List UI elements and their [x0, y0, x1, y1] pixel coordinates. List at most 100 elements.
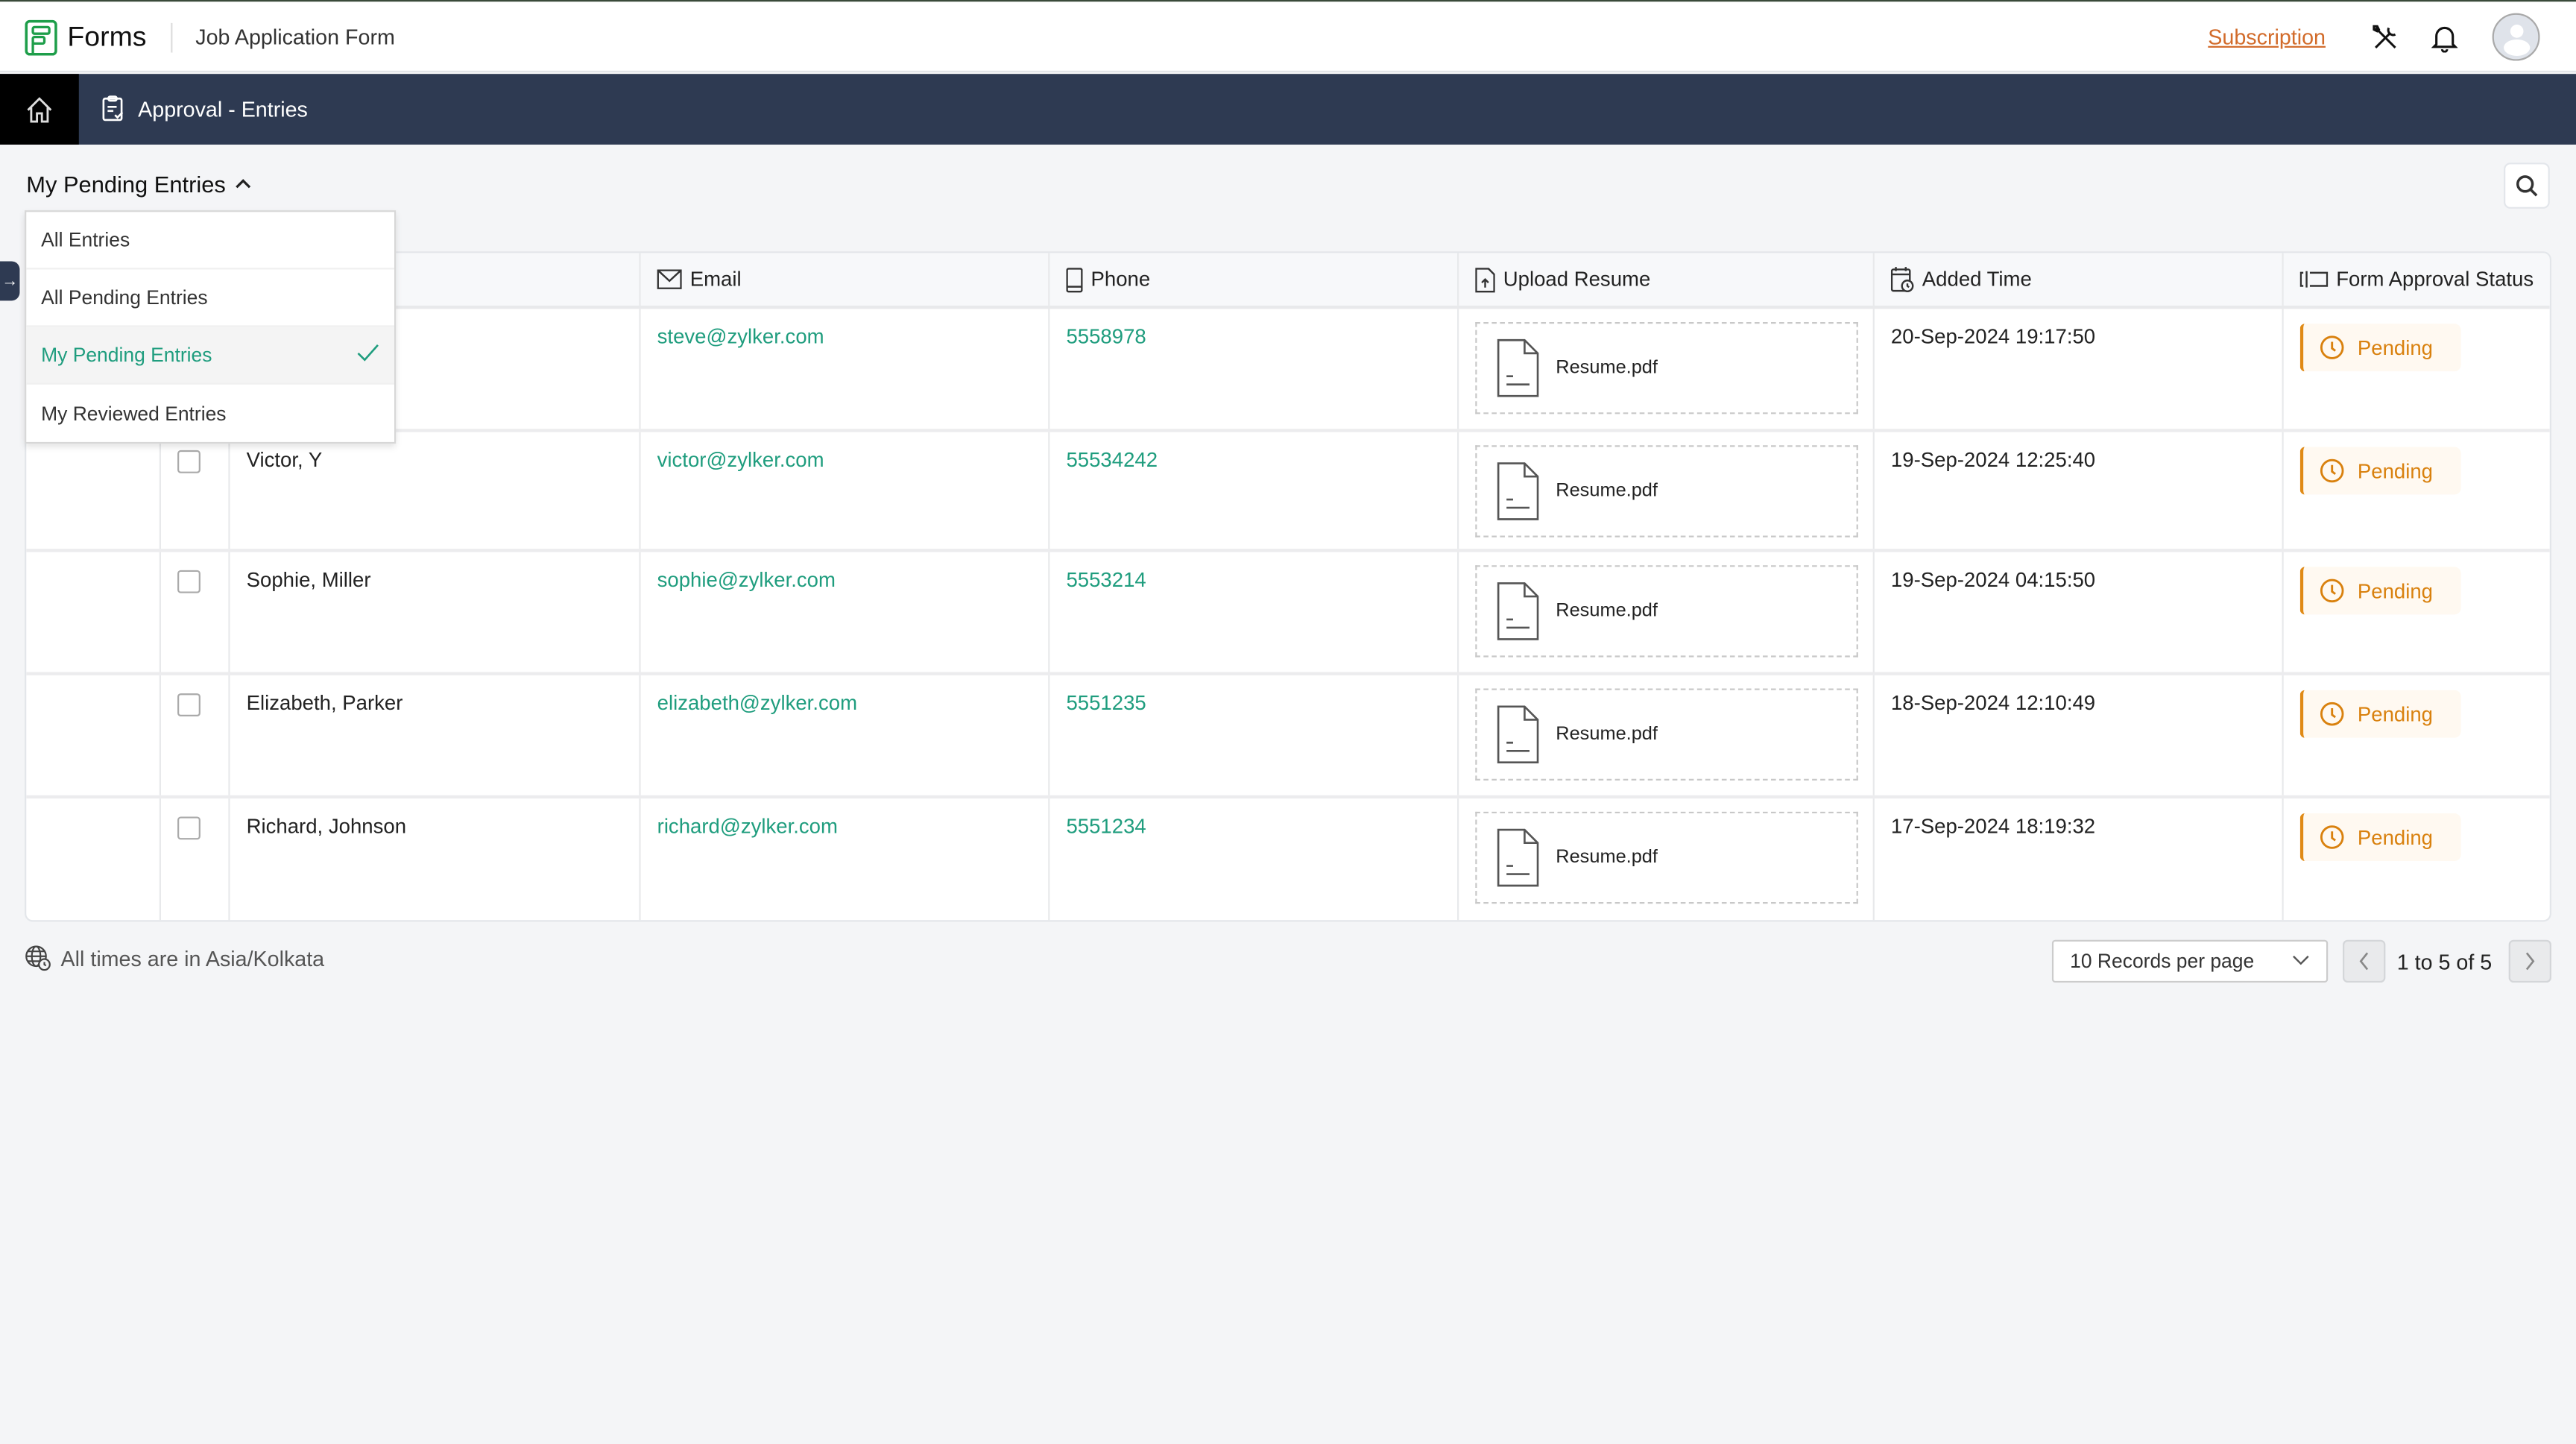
email-link[interactable]: elizabeth@zylker.com — [657, 692, 857, 715]
clipboard-check-icon — [102, 95, 124, 122]
checkbox-cell — [159, 798, 229, 921]
forms-logo-icon — [25, 19, 57, 56]
file-icon — [1497, 462, 1539, 520]
home-icon — [27, 96, 52, 122]
status-badge: Pending — [2299, 813, 2461, 861]
search-icon — [2516, 175, 2538, 197]
file-icon — [1497, 582, 1539, 640]
page: Forms Job Application Form Subscription … — [0, 0, 2576, 1444]
home-button[interactable] — [0, 74, 79, 145]
sidebar-toggle[interactable]: → — [0, 261, 20, 301]
file-icon — [1497, 828, 1539, 887]
chevron-left-icon — [2359, 952, 2369, 971]
checkbox-cell — [159, 675, 229, 795]
resume-file[interactable]: Resume.pdf — [1475, 688, 1858, 781]
user-avatar[interactable] — [2492, 13, 2540, 61]
file-icon — [1497, 338, 1539, 397]
name-cell: Victor, Y — [228, 432, 639, 549]
resume-file[interactable]: Resume.pdf — [1475, 811, 1858, 904]
nav-bar: Approval - Entries — [0, 74, 2576, 145]
breadcrumb: Approval - Entries — [102, 95, 308, 122]
search-button[interactable] — [2504, 163, 2550, 209]
records-per-page-select[interactable]: 10 Records per page — [2051, 939, 2329, 983]
menu-item-all-entries[interactable]: All Entries — [26, 212, 394, 270]
added-time: 18-Sep-2024 12:10:49 — [1872, 675, 2282, 795]
row-checkbox[interactable] — [177, 693, 201, 716]
chevron-right-icon — [2525, 952, 2535, 971]
previous-page-button[interactable] — [2343, 939, 2386, 983]
next-page-button[interactable] — [2508, 939, 2551, 983]
phone-link[interactable]: 5558978 — [1066, 325, 1146, 348]
calendar-clock-icon — [1890, 267, 1914, 292]
clock-icon — [2320, 578, 2344, 603]
brand-name: Forms — [67, 21, 147, 53]
view-dropdown-menu: All Entries All Pending Entries My Pendi… — [25, 210, 397, 444]
checkbox-cell — [159, 432, 229, 549]
checkbox-cell — [159, 552, 229, 672]
check-icon — [357, 344, 379, 362]
notification-bell-icon[interactable] — [2431, 23, 2458, 53]
menu-item-all-pending-entries[interactable]: All Pending Entries — [26, 269, 394, 327]
column-header-approval-status[interactable]: Form Approval Status — [2282, 253, 2549, 306]
clock-icon — [2320, 335, 2344, 359]
added-time: 19-Sep-2024 04:15:50 — [1872, 552, 2282, 672]
row-checkbox[interactable] — [177, 816, 201, 840]
table-row[interactable]: Richard, Johnson richard@zylker.com 5551… — [26, 798, 2549, 921]
status-badge: Pending — [2299, 324, 2461, 372]
email-link[interactable]: victor@zylker.com — [657, 449, 824, 472]
row-checkbox[interactable] — [177, 450, 201, 473]
globe-clock-icon — [25, 945, 51, 971]
envelope-icon — [657, 269, 682, 289]
clock-icon — [2320, 458, 2344, 483]
chevron-down-icon — [2293, 955, 2309, 965]
table-row[interactable]: Victor, Y victor@zylker.com 55534242 Res… — [26, 432, 2550, 552]
column-header-phone[interactable]: Phone — [1048, 253, 1459, 306]
tools-icon[interactable] — [2371, 23, 2401, 53]
divider — [171, 22, 173, 53]
column-header-email[interactable]: Email — [639, 253, 1049, 306]
form-title[interactable]: Job Application Form — [195, 25, 395, 49]
resume-file[interactable]: Resume.pdf — [1475, 565, 1858, 658]
email-link[interactable]: richard@zylker.com — [657, 815, 838, 838]
table-row[interactable]: Elizabeth, Parker elizabeth@zylker.com 5… — [26, 675, 2550, 799]
added-time: 17-Sep-2024 18:19:32 — [1872, 798, 2282, 921]
column-header-added-time[interactable]: Added Time — [1872, 253, 2284, 306]
status-badge: Pending — [2299, 690, 2461, 738]
user-icon — [2504, 25, 2531, 56]
name-cell: Elizabeth, Parker — [228, 675, 639, 795]
file-upload-icon — [1475, 267, 1495, 292]
view-selector[interactable]: My Pending Entries — [26, 171, 252, 197]
status-icon — [2299, 271, 2329, 288]
phone-link[interactable]: 5553214 — [1066, 569, 1146, 592]
clock-icon — [2320, 825, 2344, 849]
row-checkbox[interactable] — [177, 570, 201, 593]
status-badge: Pending — [2299, 567, 2461, 615]
entries-table: Email Phone Upload Resume Added Time For… — [25, 251, 2551, 922]
clock-icon — [2320, 701, 2344, 726]
added-time: 19-Sep-2024 12:25:40 — [1872, 432, 2282, 549]
table-row[interactable]: steve@zylker.com 5558978 Resume.pdf 20-S… — [26, 309, 2550, 432]
row-actions-cell — [26, 675, 160, 795]
menu-item-my-pending-entries[interactable]: My Pending Entries — [26, 327, 394, 385]
phone-icon — [1066, 267, 1083, 292]
timezone-note: All times are in Asia/Kolkata — [25, 945, 324, 971]
table-row[interactable]: Sophie, Miller sophie@zylker.com 5553214… — [26, 552, 2550, 675]
resume-file[interactable]: Resume.pdf — [1475, 445, 1858, 537]
row-actions-cell — [26, 552, 160, 672]
table-header: Email Phone Upload Resume Added Time For… — [26, 253, 2550, 309]
page-title: Approval - Entries — [138, 95, 308, 122]
column-header-upload-resume[interactable]: Upload Resume — [1457, 253, 1875, 306]
phone-link[interactable]: 5551234 — [1066, 815, 1146, 838]
phone-link[interactable]: 55534242 — [1066, 449, 1158, 472]
resume-file[interactable]: Resume.pdf — [1475, 322, 1858, 414]
menu-item-my-reviewed-entries[interactable]: My Reviewed Entries — [26, 385, 394, 442]
view-selector-label: My Pending Entries — [26, 171, 226, 198]
email-link[interactable]: steve@zylker.com — [657, 325, 824, 348]
subscription-link[interactable]: Subscription — [2208, 25, 2326, 49]
chevron-up-icon — [236, 179, 252, 189]
row-actions-cell — [26, 432, 160, 549]
file-icon — [1497, 705, 1539, 764]
added-time: 20-Sep-2024 19:17:50 — [1872, 309, 2282, 429]
email-link[interactable]: sophie@zylker.com — [657, 569, 836, 592]
phone-link[interactable]: 5551235 — [1066, 692, 1146, 715]
